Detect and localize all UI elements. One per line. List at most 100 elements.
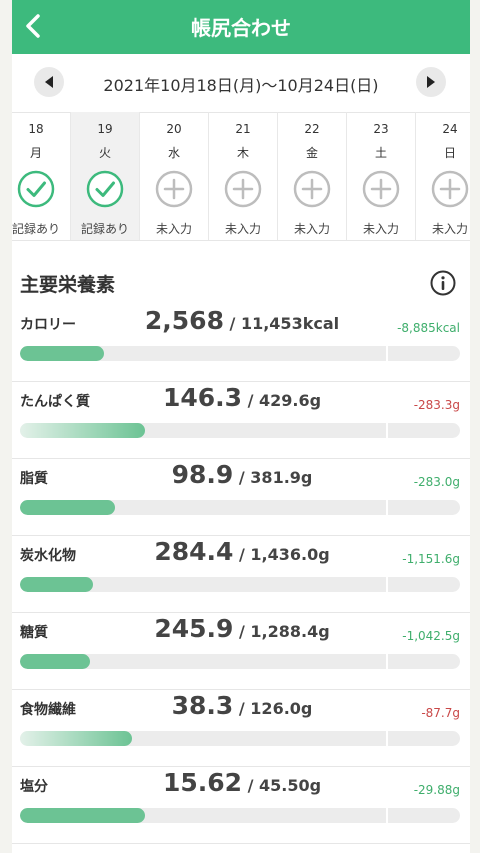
day-19[interactable]: 19 火記録あり bbox=[71, 112, 140, 240]
nutrient-target: 381.9g bbox=[250, 468, 313, 487]
progress-bar bbox=[20, 423, 460, 438]
nutrient-row: 脂質 98.9 / 381.9g -283.0g bbox=[12, 458, 470, 536]
nutrient-row: 糖質 245.9 / 1,288.4g -1,042.5g bbox=[12, 612, 470, 690]
day-weekday: 土 bbox=[374, 146, 387, 160]
day-status: 未入力 bbox=[155, 222, 192, 236]
progress-fill bbox=[20, 654, 91, 669]
nutrient-value: 15.62 / 45.50g bbox=[122, 768, 362, 797]
day-weekday: 火 bbox=[98, 146, 111, 160]
triangle-right-icon bbox=[427, 76, 435, 88]
value-separator: / bbox=[233, 622, 251, 641]
day-24[interactable]: 24 日未入力 bbox=[416, 112, 470, 240]
day-number: 23 bbox=[373, 122, 389, 136]
day-20[interactable]: 20 水未入力 bbox=[140, 112, 209, 240]
progress-marker bbox=[386, 423, 388, 438]
nutrient-diff: -283.0g bbox=[413, 475, 460, 489]
plus-circle-icon bbox=[362, 170, 400, 208]
next-week-button[interactable] bbox=[416, 67, 446, 97]
check-circle-icon bbox=[86, 170, 124, 208]
day-status: 未入力 bbox=[293, 222, 330, 236]
day-status: 記録あり bbox=[80, 222, 129, 236]
day-22[interactable]: 22 金未入力 bbox=[278, 112, 347, 240]
nutrient-current: 284.4 bbox=[154, 537, 234, 566]
nutrient-target: 11,453kcal bbox=[240, 314, 340, 333]
day-23[interactable]: 23 土未入力 bbox=[347, 112, 416, 240]
nutrient-target: 1,288.4g bbox=[250, 622, 330, 641]
nutrient-name: たんぱく質 bbox=[20, 394, 90, 410]
check-circle-icon bbox=[17, 170, 55, 208]
day-status: 記録あり bbox=[12, 222, 60, 236]
nutrient-row: 炭水化物 284.4 / 1,436.0g -1,151.6g bbox=[12, 535, 470, 613]
nutrient-value: 284.4 / 1,436.0g bbox=[122, 537, 362, 566]
day-status: 未入力 bbox=[362, 222, 399, 236]
plus-circle-icon bbox=[224, 170, 262, 208]
day-number: 24 bbox=[442, 122, 458, 136]
nutrient-value: 38.3 / 126.0g bbox=[122, 691, 362, 720]
day-number: 21 bbox=[235, 122, 251, 136]
nutrient-value: 245.9 / 1,288.4g bbox=[122, 614, 362, 643]
day-weekday: 月 bbox=[29, 146, 42, 160]
progress-bar bbox=[20, 808, 460, 823]
day-number: 18 bbox=[28, 122, 44, 136]
nutrient-current: 146.3 bbox=[162, 383, 243, 412]
nutrient-diff: -1,042.5g bbox=[402, 629, 460, 643]
value-separator: / bbox=[242, 391, 259, 410]
nutrient-row: カロリー 2,568 / 11,453kcal -8,885kcal bbox=[12, 304, 470, 382]
nutrient-target: 45.50g bbox=[259, 776, 322, 795]
nutrient-current: 15.62 bbox=[162, 768, 243, 797]
nutrient-value: 2,568 / 11,453kcal bbox=[122, 306, 362, 335]
value-separator: / bbox=[242, 776, 259, 795]
progress-fill bbox=[20, 423, 146, 438]
nutrient-value: 146.3 / 429.6g bbox=[122, 383, 362, 412]
day-weekday: 水 bbox=[167, 146, 180, 160]
day-21[interactable]: 21 木未入力 bbox=[209, 112, 278, 240]
plus-circle-icon bbox=[293, 170, 331, 208]
day-weekday: 金 bbox=[305, 146, 318, 160]
nutrient-diff: -1,151.6g bbox=[402, 552, 460, 566]
progress-bar bbox=[20, 654, 460, 669]
progress-bar bbox=[20, 577, 460, 592]
value-separator: / bbox=[233, 699, 251, 718]
nutrient-diff: -8,885kcal bbox=[397, 321, 460, 335]
progress-bar bbox=[20, 731, 460, 746]
week-selector: 2021年10月18日(月)〜10月24日(日) bbox=[12, 54, 470, 113]
nutrient-value: 98.9 / 381.9g bbox=[122, 460, 362, 489]
progress-fill bbox=[20, 500, 115, 515]
value-separator: / bbox=[233, 468, 251, 487]
nutrient-name: 食物繊維 bbox=[20, 702, 76, 718]
progress-fill bbox=[20, 731, 133, 746]
nutrient-target: 429.6g bbox=[259, 391, 322, 410]
progress-bar bbox=[20, 346, 460, 361]
progress-fill bbox=[20, 577, 93, 592]
app-frame: 帳尻合わせ 2021年10月18日(月)〜10月24日(日) 18 月記録あり 19… bbox=[12, 0, 470, 853]
info-icon[interactable] bbox=[430, 270, 456, 296]
nutrient-current: 2,568 bbox=[144, 306, 224, 335]
day-number: 19 bbox=[97, 122, 113, 136]
progress-bar bbox=[20, 500, 460, 515]
page-title: 帳尻合わせ bbox=[191, 16, 291, 40]
nutrient-current: 38.3 bbox=[171, 691, 234, 720]
progress-marker bbox=[386, 654, 388, 669]
nutrient-row: たんぱく質 146.3 / 429.6g -283.3g bbox=[12, 381, 470, 459]
nutrient-current: 98.9 bbox=[171, 460, 234, 489]
nutrient-name: 糖質 bbox=[20, 625, 48, 641]
value-separator: / bbox=[223, 314, 241, 333]
progress-marker bbox=[386, 577, 388, 592]
day-18[interactable]: 18 月記録あり bbox=[12, 112, 71, 240]
day-number: 20 bbox=[166, 122, 182, 136]
day-status: 未入力 bbox=[224, 222, 261, 236]
day-status: 未入力 bbox=[431, 222, 468, 236]
nutrient-name: 脂質 bbox=[20, 471, 48, 487]
nutrient-diff: -283.3g bbox=[413, 398, 460, 412]
nutrient-row: 塩分 15.62 / 45.50g -29.88g bbox=[12, 766, 470, 844]
plus-circle-icon bbox=[155, 170, 193, 208]
section-title: 主要栄養素 bbox=[20, 274, 116, 296]
day-strip: 18 月記録あり 19 火記録あり 20 水未入力 21 木未入力 22 金未入力 23 土未入力 24… bbox=[12, 112, 470, 241]
progress-marker bbox=[386, 731, 388, 746]
nutrient-diff: -29.88g bbox=[413, 783, 460, 797]
nutrient-current: 245.9 bbox=[154, 614, 234, 643]
plus-circle-icon bbox=[431, 170, 469, 208]
value-separator: / bbox=[233, 545, 251, 564]
header-bar: 帳尻合わせ bbox=[12, 0, 470, 54]
progress-fill bbox=[20, 346, 104, 361]
